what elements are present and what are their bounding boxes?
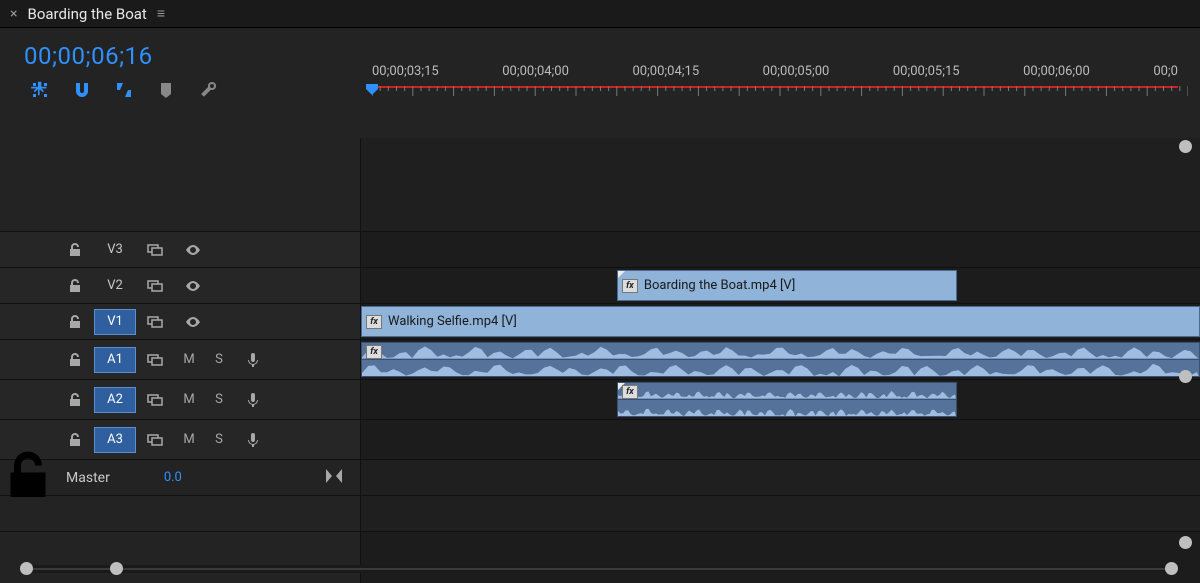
master-label: Master <box>66 470 110 486</box>
voiceover-mic-icon[interactable] <box>234 380 272 419</box>
track-a2-lane[interactable]: fx <box>361 380 1200 420</box>
solo-button[interactable]: S <box>204 352 234 367</box>
track-a3-lane[interactable] <box>361 420 1200 460</box>
fx-badge-icon[interactable]: fx <box>622 279 638 293</box>
lock-icon[interactable] <box>56 304 94 339</box>
lock-icon[interactable] <box>56 268 94 303</box>
track-header-a2: A2 M S <box>0 380 360 420</box>
track-target-toggle[interactable]: V2 <box>94 273 136 299</box>
sync-lock-icon[interactable] <box>136 268 174 303</box>
linked-selection-icon[interactable] <box>114 80 134 100</box>
track-v2-lane[interactable]: fx Boarding the Boat.mp4 [V] <box>361 268 1200 304</box>
clip-boarding-the-boat-video[interactable]: fx Boarding the Boat.mp4 [V] <box>617 270 957 301</box>
mute-button[interactable]: M <box>174 392 204 407</box>
panel-menu-icon[interactable]: ≡ <box>157 5 165 22</box>
ruler-time-label: 00;00;06;00 <box>1023 64 1090 79</box>
master-value[interactable]: 0.0 <box>164 470 182 485</box>
eye-icon[interactable] <box>174 304 212 339</box>
track-header-v1: V1 <box>0 304 360 340</box>
time-ruler[interactable]: 00;00;03;15 00;00;04;00 00;00;04;15 00;00;0… <box>372 64 1188 132</box>
timeline-tracks-area[interactable]: fx Boarding the Boat.mp4 [V] fx Walking … <box>360 138 1200 583</box>
insert-timeline-icon[interactable] <box>30 80 50 100</box>
fx-badge-icon[interactable]: fx <box>622 385 638 399</box>
snap-magnet-icon[interactable] <box>72 80 92 100</box>
ruler-time-label: 00;0 <box>1153 64 1178 79</box>
sync-lock-icon[interactable] <box>136 232 174 267</box>
marker-icon[interactable] <box>156 80 176 100</box>
master-track-row: Master 0.0 <box>0 460 360 496</box>
sync-lock-icon[interactable] <box>136 420 174 459</box>
settings-wrench-icon[interactable] <box>198 80 218 100</box>
lock-icon[interactable] <box>56 420 94 459</box>
voiceover-mic-icon[interactable] <box>234 340 272 379</box>
clip-label: Boarding the Boat.mp4 [V] <box>644 278 795 293</box>
solo-button[interactable]: S <box>204 432 234 447</box>
playhead-icon[interactable] <box>366 84 378 96</box>
mute-button[interactable]: M <box>174 432 204 447</box>
track-header-v2: V2 <box>0 268 360 304</box>
track-target-toggle[interactable]: A2 <box>94 387 136 413</box>
clip-label: Walking Selfie.mp4 [V] <box>388 314 517 329</box>
sync-lock-icon[interactable] <box>136 340 174 379</box>
ruler-time-label: 00;00;04;15 <box>632 64 699 79</box>
track-v1-lane[interactable]: fx Walking Selfie.mp4 [V] <box>361 304 1200 340</box>
voiceover-mic-icon[interactable] <box>234 420 272 459</box>
hscroll-right-handle[interactable] <box>110 562 123 575</box>
track-header-v3: V3 <box>0 232 360 268</box>
track-target-toggle[interactable]: A3 <box>94 427 136 453</box>
ruler-time-label: 00;00;05;15 <box>893 64 960 79</box>
ruler-time-label: 00;00;03;15 <box>372 64 439 79</box>
track-header-a1: A1 M S <box>0 340 360 380</box>
track-v3-lane[interactable] <box>361 232 1200 268</box>
eye-icon[interactable] <box>174 268 212 303</box>
lock-icon[interactable] <box>56 340 94 379</box>
ruler-time-label: 00;00;05;00 <box>763 64 830 79</box>
mute-button[interactable]: M <box>174 352 204 367</box>
clip-boarding-the-boat-audio[interactable]: fx <box>617 382 957 417</box>
track-target-toggle[interactable]: A1 <box>94 347 136 373</box>
lock-icon[interactable] <box>56 232 94 267</box>
close-panel-icon[interactable]: × <box>10 6 17 22</box>
vertical-scroll-mid-handle[interactable] <box>1179 370 1192 383</box>
sync-lock-icon[interactable] <box>136 380 174 419</box>
panel-title[interactable]: Boarding the Boat <box>27 5 146 23</box>
hscroll-end-handle[interactable] <box>1165 562 1178 575</box>
track-target-toggle[interactable]: V3 <box>94 237 136 263</box>
solo-button[interactable]: S <box>204 392 234 407</box>
lock-icon[interactable] <box>0 448 56 508</box>
fx-badge-icon[interactable]: fx <box>366 315 382 329</box>
clip-walking-selfie-video[interactable]: fx Walking Selfie.mp4 [V] <box>361 306 1200 337</box>
ruler-time-label: 00;00;04;00 <box>502 64 569 79</box>
lock-icon[interactable] <box>56 380 94 419</box>
sync-lock-icon[interactable] <box>136 304 174 339</box>
track-header-column: V3 V2 V1 A1 M S A2 M S A3 M S <box>0 138 360 583</box>
collapse-icon[interactable] <box>326 469 342 487</box>
eye-icon[interactable] <box>174 232 212 267</box>
clip-walking-selfie-audio[interactable]: fx <box>361 342 1200 377</box>
fx-badge-icon[interactable]: fx <box>366 345 382 359</box>
track-a1-lane[interactable]: fx <box>361 340 1200 380</box>
vertical-scroll-bottom-handle[interactable] <box>1179 536 1192 549</box>
vertical-scroll-top-handle[interactable] <box>1179 140 1192 153</box>
current-timecode[interactable]: 00;00;06;16 <box>24 42 372 70</box>
hscroll-left-handle[interactable] <box>20 562 33 575</box>
panel-titlebar: × Boarding the Boat ≡ <box>0 0 1200 28</box>
track-master-lane[interactable] <box>361 460 1200 496</box>
horizontal-zoom-scrollbar[interactable] <box>20 565 1170 573</box>
track-target-toggle[interactable]: V1 <box>94 309 136 335</box>
